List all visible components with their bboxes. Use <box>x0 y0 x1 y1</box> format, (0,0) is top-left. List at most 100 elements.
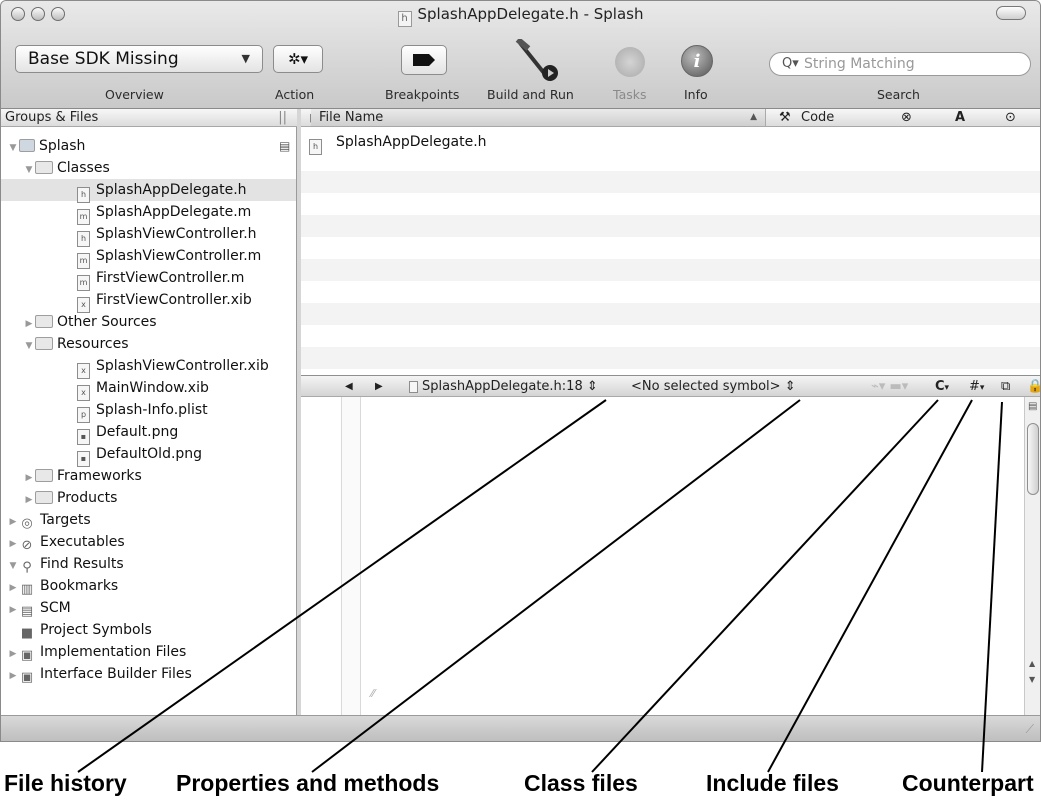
column-file-name[interactable]: File Name ▲ <box>311 109 766 126</box>
tree-item-targets[interactable]: ▶ ◎ Targets <box>7 509 91 531</box>
tree-item-frameworks[interactable]: ▶ Frameworks <box>23 465 142 487</box>
lock-icon[interactable]: 🔒 <box>1027 376 1040 397</box>
tree-item-products[interactable]: ▶ Products <box>23 487 118 509</box>
tree-item-label: Executables <box>40 534 125 550</box>
counterpart-icon: ⧉ <box>1001 379 1011 394</box>
xcode-window: h SplashAppDelegate.h - Splash Base SDK M… <box>0 0 1041 742</box>
scroll-up-icon[interactable]: ▲ <box>1029 659 1035 668</box>
info-icon: i <box>693 50 701 72</box>
tree-item-firstviewcontroller-xib[interactable]: x FirstViewController.xib <box>77 289 252 313</box>
class-files-menu-label: C <box>935 379 945 394</box>
callout-counterpart: Counterpart <box>902 770 1034 796</box>
info-label: Info <box>684 87 708 102</box>
folder-icon <box>35 337 53 350</box>
list-stripe <box>301 215 1040 237</box>
vertical-scrollbar[interactable]: ▤ ▲ ▼ <box>1024 397 1040 715</box>
column-label: File Name <box>319 110 384 125</box>
tree-item-label: Resources <box>57 336 129 352</box>
tree-item-executables[interactable]: ▶ ⊘ Executables <box>7 531 125 553</box>
editor-nav-bar: ◀ ▶ SplashAppDelegate.h:18 ⇕ <No selecte… <box>301 375 1040 399</box>
symbol-popup-value: <No selected symbol> <box>631 379 781 394</box>
column-code[interactable]: Code <box>801 109 834 126</box>
column-errors[interactable]: ⊗ <box>901 109 912 126</box>
magnifier-icon: ⚲ <box>22 560 32 575</box>
scrollbar-thumb[interactable] <box>1027 423 1039 495</box>
disclosure-closed-icon: ▶ <box>9 583 17 593</box>
tree-item-splashappdelegate-m[interactable]: m SplashAppDelegate.m <box>77 201 251 225</box>
callout-class-files: Class files <box>524 770 638 796</box>
build-and-run-button[interactable] <box>513 39 563 83</box>
history-forward-icon[interactable]: ▶ <box>375 376 383 397</box>
tree-item-scm[interactable]: ▶ ▤ SCM <box>7 597 71 619</box>
editor-gutter <box>341 397 361 715</box>
tree-item-label: Project Symbols <box>40 622 152 638</box>
disclosure-closed-icon: ▶ <box>9 649 17 659</box>
tree-item-splashappdelegate-h[interactable]: h SplashAppDelegate.h <box>1 179 296 203</box>
file-history-popup[interactable]: SplashAppDelegate.h:18 ⇕ <box>409 376 598 397</box>
tree-item-find-results[interactable]: ▼ ⚲ Find Results <box>7 553 124 575</box>
executable-icon: ⊘ <box>21 538 33 553</box>
tree-item-splash-info-plist[interactable]: p Splash-Info.plist <box>77 399 208 423</box>
column-warnings[interactable]: A <box>955 109 965 126</box>
tree-item-project-symbols[interactable]: ■ Project Symbols <box>19 619 152 641</box>
breakpoints-button[interactable] <box>401 45 447 75</box>
splitter-handle-icon[interactable]: || <box>278 109 287 126</box>
breakpoints-label: Breakpoints <box>385 87 460 102</box>
project-icon <box>19 139 35 152</box>
header-file-icon: h <box>309 139 322 155</box>
tree-item-bookmarks[interactable]: ▶ ▥ Bookmarks <box>7 575 119 597</box>
scroll-down-icon[interactable]: ▼ <box>1029 675 1035 684</box>
tree-item-default-png[interactable]: ▪ Default.png <box>77 421 178 445</box>
search-placeholder: String Matching <box>804 56 915 72</box>
tree-item-mainwindow-xib[interactable]: x MainWindow.xib <box>77 377 209 401</box>
symbol-popup[interactable]: <No selected symbol> ⇕ <box>631 376 796 397</box>
header-file-icon <box>409 381 418 393</box>
include-files-menu-label: # <box>969 379 980 394</box>
groups-and-files-pane: Groups & Files || ▼ Splash ▤ ▼ Classes h Spl… <box>1 109 297 715</box>
tree-item-splash[interactable]: ▼ Splash ▤ <box>7 135 295 157</box>
resize-grip-icon[interactable]: ⟋ <box>1026 722 1034 737</box>
info-button[interactable]: i <box>681 45 713 77</box>
tree-item-interface-builder-files[interactable]: ▶ ▣ Interface Builder Files <box>7 663 192 685</box>
tree-item-other-sources[interactable]: ▶ Other Sources <box>23 311 157 333</box>
tree-item-defaultold-png[interactable]: ▪ DefaultOld.png <box>77 443 202 467</box>
bookmarks-menu-icon[interactable]: ⌁▾ ▬▾ <box>871 376 908 397</box>
disclosure-closed-icon: ▶ <box>25 319 33 329</box>
search-field[interactable]: Q▾ String Matching <box>769 52 1031 76</box>
overview-popup[interactable]: Base SDK Missing ▼ <box>15 45 263 73</box>
window-title-text: SplashAppDelegate.h - Splash <box>417 5 644 23</box>
list-stripe <box>301 171 1040 193</box>
tasks-button[interactable] <box>615 47 645 77</box>
folder-icon <box>35 315 53 328</box>
disclosure-open-icon: ▼ <box>9 561 17 571</box>
history-back-icon[interactable]: ◀ <box>345 376 353 397</box>
counterpart-button[interactable]: ⧉ <box>1001 376 1010 397</box>
tree-item-label: Classes <box>57 160 110 176</box>
breakpoint-icon <box>413 54 435 66</box>
list-stripe <box>301 303 1040 325</box>
gear-icon: ✲▾ <box>287 50 309 68</box>
groups-header: Groups & Files || <box>1 109 297 127</box>
action-button[interactable]: ✲▾ <box>273 45 323 73</box>
tree-item-splashviewcontroller-h[interactable]: h SplashViewController.h <box>77 223 257 247</box>
tree-item-splashviewcontroller-xib[interactable]: x SplashViewController.xib <box>77 355 269 379</box>
class-files-menu[interactable]: C▾ <box>935 376 949 399</box>
split-editor-icon[interactable]: ▤ <box>1028 401 1037 412</box>
popup-arrows-icon: ⇕ <box>784 379 796 394</box>
cube-icon: ■ <box>20 626 34 641</box>
code-editor[interactable]: ⁄⁄ ▤ ▲ ▼ <box>301 397 1040 715</box>
toolbar-toggle-button[interactable] <box>996 6 1026 20</box>
tree-item-firstviewcontroller-m[interactable]: m FirstViewController.m <box>77 267 244 291</box>
disclosure-open-icon: ▼ <box>25 341 33 351</box>
window-title: h SplashAppDelegate.h - Splash <box>1 5 1040 27</box>
column-target[interactable]: ⊙ <box>1005 109 1016 126</box>
tree-item-resources[interactable]: ▼ Resources <box>23 333 129 355</box>
tree-item-classes[interactable]: ▼ Classes <box>23 157 110 179</box>
include-files-menu[interactable]: #▾ <box>969 376 984 399</box>
tree-item-splashviewcontroller-m[interactable]: m SplashViewController.m <box>77 245 261 269</box>
tree-item-implementation-files[interactable]: ▶ ▣ Implementation Files <box>7 641 187 663</box>
overview-label: Overview <box>105 87 164 102</box>
table-row[interactable]: h SplashAppDelegate.h <box>309 131 1029 155</box>
tree-item-label: Frameworks <box>57 468 142 484</box>
file-list: ▮ File Name▲ ⚒ Code ⊗ A ⊙ hSplashAppDele… <box>301 109 1040 375</box>
